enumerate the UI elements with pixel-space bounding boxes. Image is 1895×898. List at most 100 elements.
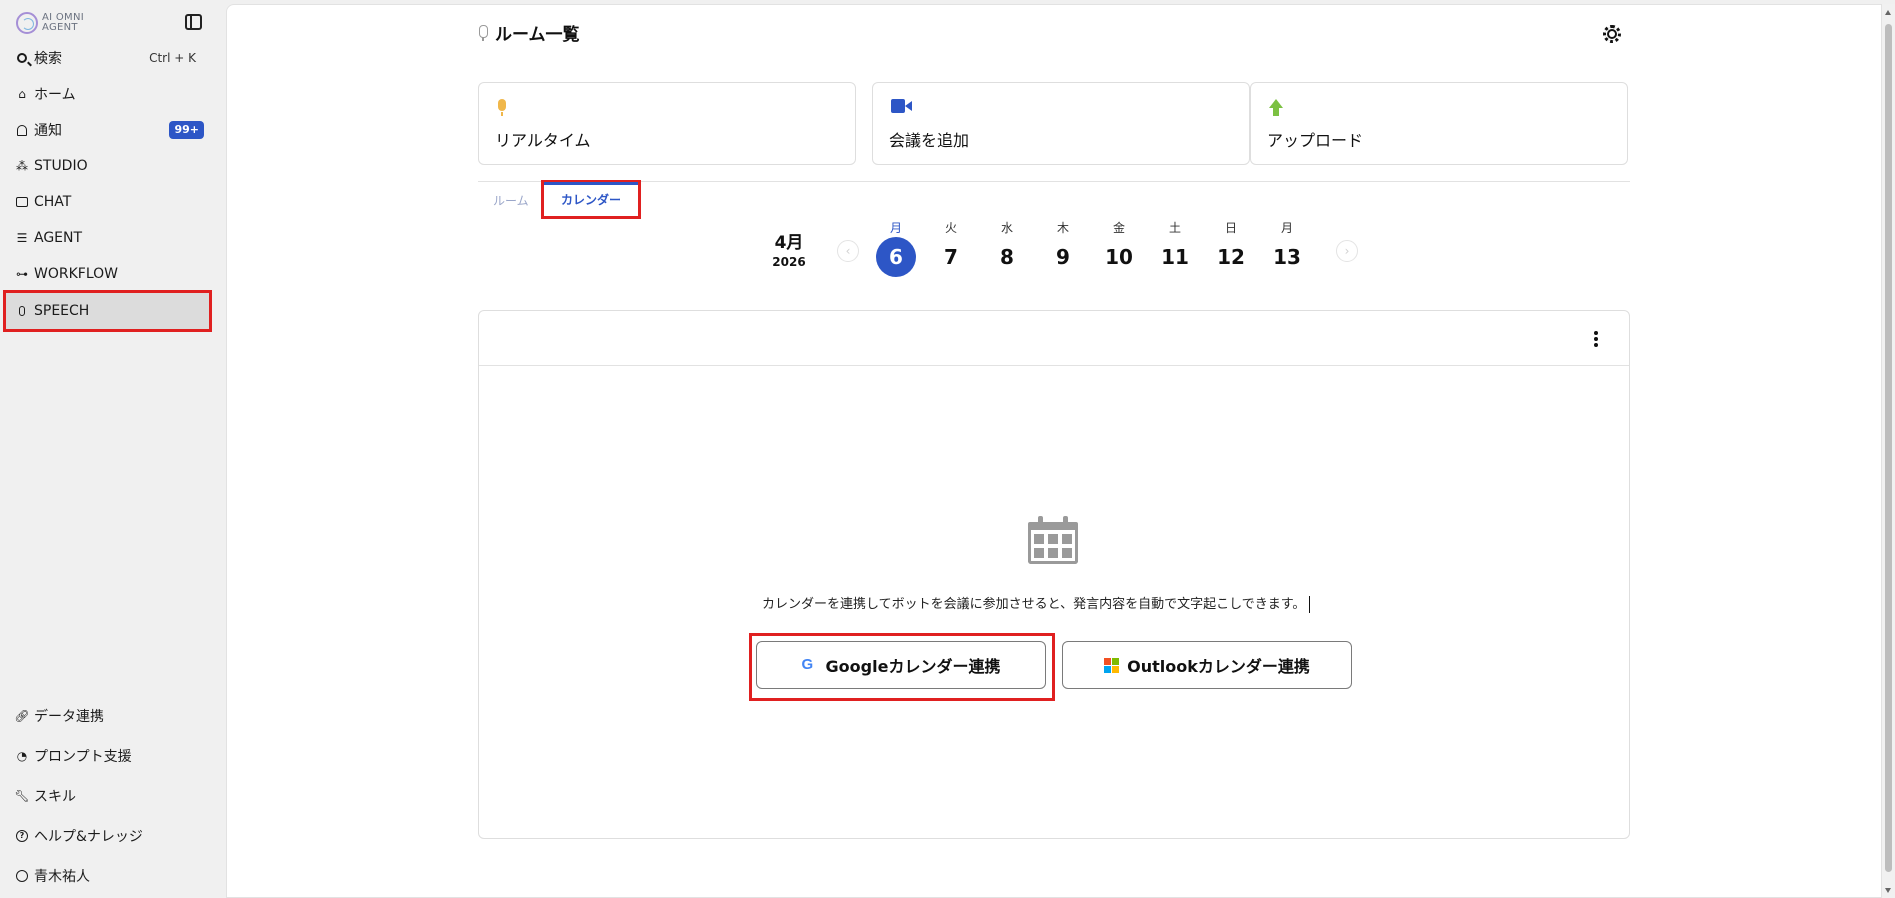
mic-icon [478,24,488,41]
month-year: 4月 2026 [765,228,813,269]
add-meeting-label: 会議を追加 [889,131,970,150]
empty-state-message: カレンダーを連携してボットを会議に参加させると、発言内容を自動で文字起こしできま… [762,593,1311,613]
tab-calendar[interactable]: カレンダー [541,180,641,219]
day-cell[interactable]: 土 11 [1155,219,1195,277]
day-of-week-label: 日 [1224,221,1237,235]
user-avatar-icon [16,869,28,883]
sidebar-item-speech[interactable]: SPEECH [3,290,212,332]
sidebar: AI OMNI AGENT 検索 Ctrl + K ⌂ ホーム 通知 99+ ⁂… [0,0,226,898]
day-cell[interactable]: 火7 [931,219,971,277]
empty-state-text: カレンダーを連携してボットを会議に参加させると、発言内容を自動で文字起こしできま… [762,597,1306,612]
upload-arrow-icon [1269,99,1283,117]
page-title-text: ルーム一覧 [495,25,580,45]
scroll-down-arrow[interactable] [1885,888,1891,893]
day-cell[interactable]: 木9 [1043,219,1083,277]
day-of-week-label: 水 [1000,221,1013,235]
add-meeting-card[interactable]: 会議を追加 [872,82,1250,165]
day-cell[interactable]: 日 12 [1211,219,1251,277]
prompt-support-icon: ◔ [16,749,28,763]
upload-card[interactable]: アップロード [1250,82,1628,165]
day-of-week-label: 月 [1280,221,1293,235]
sidebar-item-prompt-support[interactable]: ◔ プロンプト支援 [8,740,206,772]
day-number: 13 [1273,245,1301,269]
sidebar-item-label: WORKFLOW [34,266,118,282]
sidebar-item-data-integration[interactable]: 🔗︎ データ連携 [8,700,206,732]
next-week-button[interactable]: › [1336,240,1358,262]
sidebar-item-label: 青木祐人 [34,869,90,885]
logo-text: AI OMNI AGENT [42,13,84,33]
scrollbar-thumb[interactable] [1885,24,1892,872]
microsoft-logo-icon [1104,657,1120,673]
logo-line2: AGENT [42,22,78,33]
calendar-icon [1028,516,1078,564]
notification-badge: 99+ [169,121,204,139]
day-number: 6 [876,237,916,277]
google-button-label: Googleカレンダー連携 [825,657,1001,676]
outlook-calendar-connect-button[interactable]: Outlookカレンダー連携 [1062,641,1352,689]
sidebar-item-label: SPEECH [34,303,90,319]
tabs-divider [478,181,1630,182]
chevron-left-icon: ‹ [845,244,851,258]
month-label: 4月 [774,233,804,253]
day-of-week-label: 木 [1056,221,1069,235]
sidebar-item-label: 通知 [34,123,62,139]
mic-icon [16,304,28,318]
app-logo[interactable]: AI OMNI AGENT [16,11,84,35]
realtime-label: リアルタイム [495,131,591,150]
day-of-week-label: 金 [1112,221,1125,235]
page-title: ルーム一覧 [478,20,580,45]
day-number: 10 [1105,245,1133,269]
day-cell[interactable]: 水8 [987,219,1027,277]
chevron-right-icon: › [1344,244,1350,258]
day-cell[interactable]: 金 10 [1099,219,1139,277]
sidebar-item-search[interactable]: 検索 Ctrl + K [8,42,206,74]
logo-mark-icon [16,12,38,34]
panel-header-divider [479,365,1629,366]
bell-icon [16,123,28,137]
sidebar-item-label: ヘルプ&ナレッジ [34,829,143,845]
outlook-button-label: Outlookカレンダー連携 [1127,657,1310,676]
sidebar-item-notifications[interactable]: 通知 99+ [8,114,206,146]
upload-label: アップロード [1267,131,1364,150]
gear-icon[interactable] [1603,25,1621,43]
sidebar-item-studio[interactable]: ⁂ STUDIO [8,150,206,182]
sidebar-item-home[interactable]: ⌂ ホーム [8,78,206,110]
scroll-up-arrow[interactable] [1885,10,1891,15]
sidebar-item-label: ホーム [34,87,76,103]
workflow-icon: ⊶ [16,267,28,281]
link-icon: 🔗︎ [14,709,30,723]
day-cell[interactable]: 月6 [876,219,916,277]
help-icon: ? [16,829,28,843]
tab-calendar-label: カレンダー [560,193,621,207]
sidebar-item-label: AGENT [34,230,83,246]
sidebar-item-label: プロンプト支援 [34,749,132,765]
calendar-panel: カレンダーを連携してボットを会議に参加させると、発言内容を自動で文字起こしできま… [478,310,1630,839]
day-number: 11 [1161,245,1189,269]
prev-week-button[interactable]: ‹ [837,240,859,262]
video-camera-icon [891,99,913,113]
sidebar-item-agent[interactable]: ☰ AGENT [8,222,206,254]
realtime-card[interactable]: リアルタイム [478,82,856,165]
day-cell[interactable]: 月 13 [1267,219,1307,277]
sidebar-toggle-icon[interactable] [185,14,202,30]
sidebar-item-user[interactable]: 青木祐人 [8,860,206,892]
google-calendar-connect-button[interactable]: G Googleカレンダー連携 [756,641,1046,689]
more-options-icon[interactable] [1594,331,1598,347]
sidebar-item-skills[interactable]: 🔧︎ スキル [8,780,206,812]
sidebar-item-label: データ連携 [34,709,104,725]
sidebar-item-workflow[interactable]: ⊶ WORKFLOW [8,258,206,290]
studio-nodes-icon: ⁂ [16,159,28,173]
day-number: 12 [1217,245,1245,269]
sidebar-item-label: CHAT [34,194,72,210]
text-caret [1309,596,1311,613]
day-number: 9 [1056,245,1070,269]
vertical-scrollbar[interactable] [1882,4,1895,898]
google-logo-icon: G [801,656,814,673]
chat-icon [16,195,28,209]
sidebar-item-chat[interactable]: CHAT [8,186,206,218]
day-number: 7 [944,245,958,269]
day-of-week-label: 火 [944,221,957,235]
day-number: 8 [1000,245,1014,269]
sidebar-item-help[interactable]: ? ヘルプ&ナレッジ [8,820,206,852]
tab-room[interactable]: ルーム [493,192,529,209]
